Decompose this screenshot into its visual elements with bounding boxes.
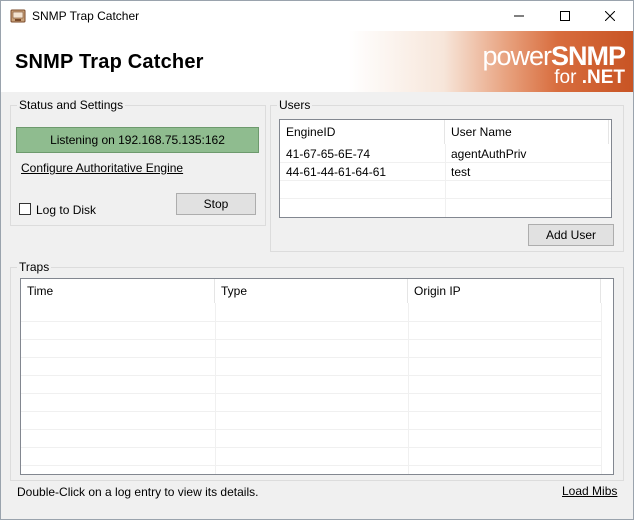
logo-sub-brand: .NET	[581, 67, 625, 88]
traps-gridline	[21, 447, 601, 448]
stop-button[interactable]: Stop	[176, 193, 256, 215]
powersnmp-logo: powerSNMP for .NET	[471, 35, 631, 91]
log-to-disk-label: Log to Disk	[36, 203, 97, 217]
logo-prefix: power	[482, 41, 552, 71]
traps-gridline	[408, 303, 409, 474]
traps-gridline	[601, 303, 602, 474]
traps-gridline	[21, 393, 601, 394]
maximize-icon	[560, 11, 570, 21]
traps-gridline	[21, 375, 601, 376]
close-icon	[605, 11, 615, 21]
traps-gridline	[215, 303, 216, 474]
title-bar[interactable]: SNMP Trap Catcher	[1, 1, 633, 31]
user-engineid-cell: 44-61-44-61-64-61	[286, 165, 387, 179]
snmp-app-icon	[10, 9, 26, 23]
header-banner: SNMP Trap Catcher powerSNMP for .NET	[1, 31, 633, 92]
users-list[interactable]: EngineID User Name 41-67-65-6E-74 agentA…	[279, 119, 612, 218]
logo-line-2: for .NET	[554, 67, 625, 89]
column-header-time[interactable]: Time	[21, 279, 215, 303]
log-to-disk-checkbox[interactable]	[19, 203, 31, 215]
users-group: Users EngineID User Name 41-67-65-6E-74 …	[270, 98, 624, 252]
traps-group: Traps Time Type Origin IP	[10, 260, 624, 481]
configure-engine-link[interactable]: Configure Authoritative Engine	[21, 161, 183, 175]
add-user-button[interactable]: Add User	[528, 224, 614, 246]
traps-gridline	[21, 465, 601, 466]
traps-gridline	[21, 429, 601, 430]
maximize-button[interactable]	[542, 1, 588, 31]
traps-gridline	[21, 321, 601, 322]
users-gridline	[445, 144, 446, 217]
user-engineid-cell: 41-67-65-6E-74	[286, 147, 371, 161]
window-title: SNMP Trap Catcher	[32, 9, 140, 23]
column-header-engineid[interactable]: EngineID	[280, 120, 445, 144]
app-window: SNMP Trap Catcher SNMP Trap Catcher powe…	[0, 0, 634, 520]
minimize-button[interactable]	[496, 1, 542, 31]
logo-sub-prefix: for	[554, 67, 577, 88]
column-header-type[interactable]: Type	[215, 279, 408, 303]
user-name-cell: test	[451, 165, 471, 179]
users-label: Users	[277, 98, 313, 112]
status-settings-group: Status and Settings Listening on 192.168…	[10, 98, 266, 226]
banner-title: SNMP Trap Catcher	[15, 51, 204, 73]
load-mibs-link[interactable]: Load Mibs	[562, 484, 617, 498]
traps-list[interactable]: Time Type Origin IP	[20, 278, 614, 475]
minimize-icon	[514, 15, 524, 17]
column-header-origin-ip[interactable]: Origin IP	[408, 279, 601, 303]
traps-label: Traps	[17, 260, 52, 274]
status-settings-label: Status and Settings	[17, 98, 126, 112]
traps-gridline	[21, 357, 601, 358]
listening-status: Listening on 192.168.75.135:162	[16, 127, 259, 153]
column-header-username[interactable]: User Name	[445, 120, 609, 144]
footer-hint: Double-Click on a log entry to view its …	[17, 485, 259, 499]
traps-gridline	[21, 411, 601, 412]
close-button[interactable]	[587, 1, 633, 31]
user-name-cell: agentAuthPriv	[451, 147, 527, 161]
traps-gridline	[21, 339, 601, 340]
